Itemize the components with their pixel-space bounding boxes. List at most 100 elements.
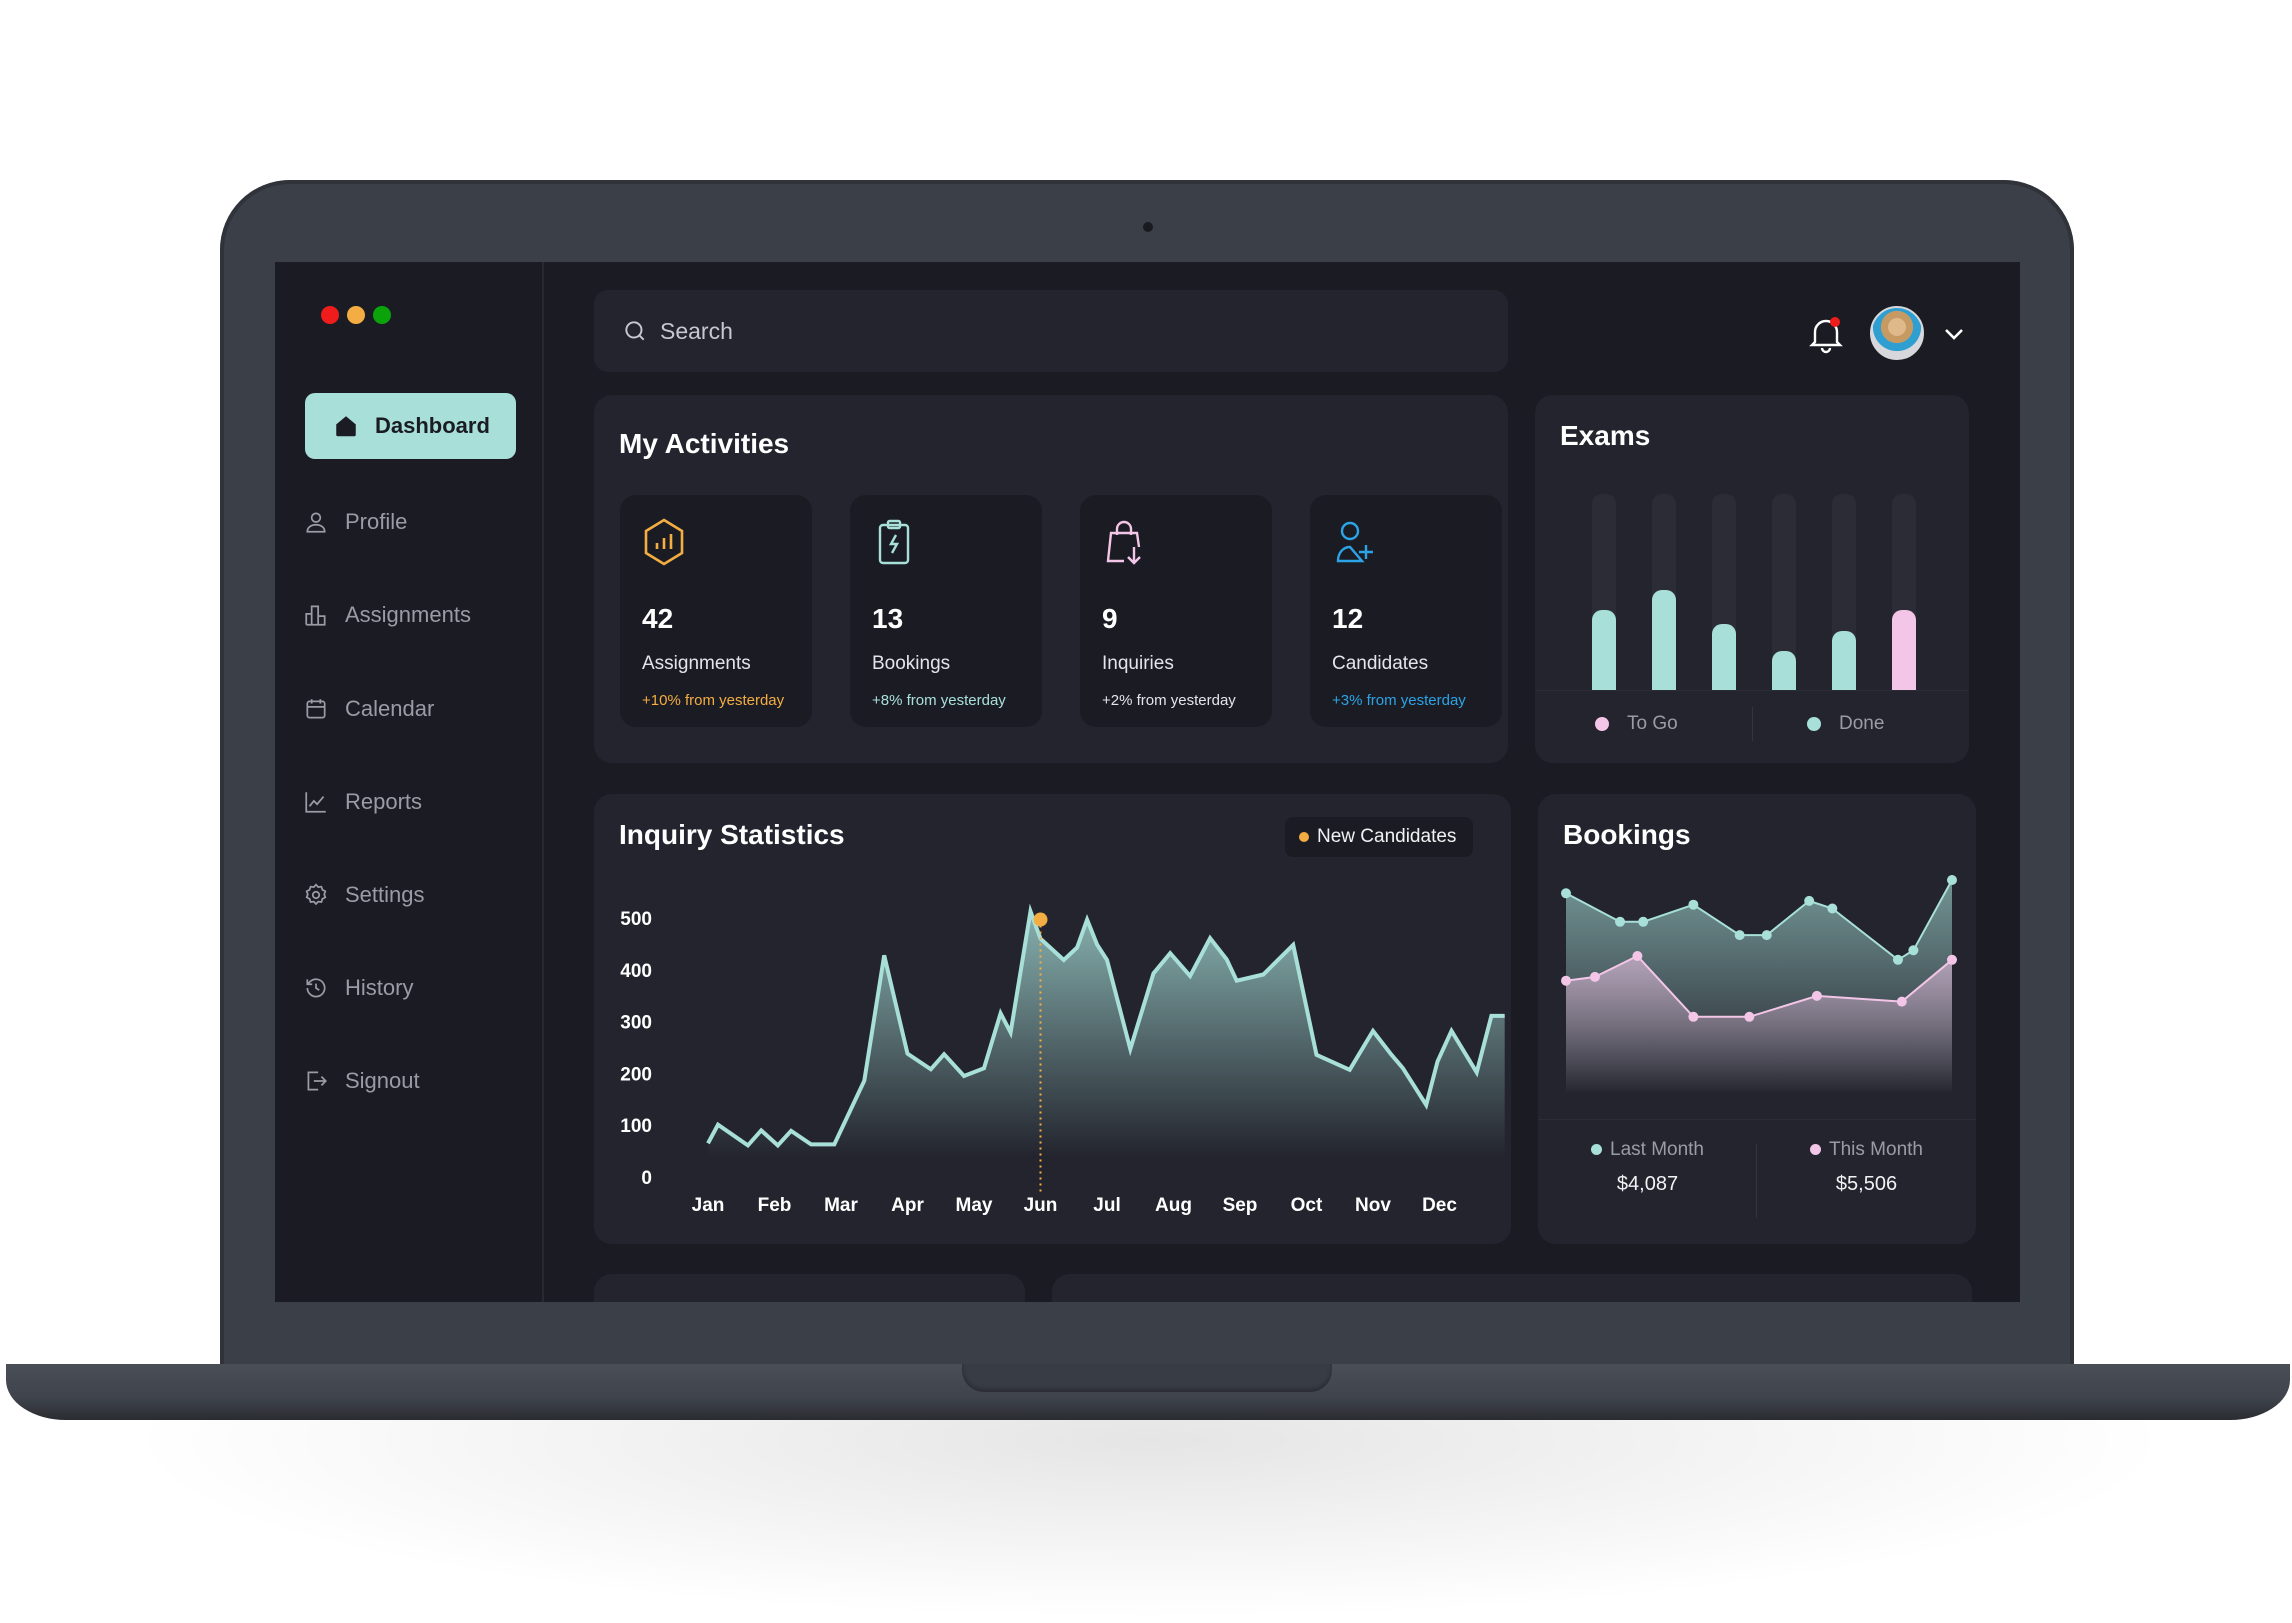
last-month-point [1561, 888, 1571, 899]
inquiry-area [708, 911, 1505, 1157]
x-tick-label: Oct [1291, 1195, 1323, 1216]
activity-card-candidates[interactable]: 12 Candidates +3% from yesterday [1310, 495, 1502, 727]
x-tick-label: Jun [1024, 1195, 1058, 1216]
last-month-point [1908, 945, 1919, 956]
x-tick-label: Apr [891, 1195, 924, 1216]
shopping-bag-download-icon [1106, 520, 1141, 565]
exam-bar-track [1592, 494, 1616, 690]
app-window: Dashboard Profile Assignments Calendar R… [275, 262, 2020, 1302]
partial-panel-right [1052, 1274, 1972, 1302]
activity-card-assignments[interactable]: 42 Assignments +10% from yesterday [620, 495, 812, 727]
bookings-panel: Bookings Last Month $4,087 This Month $5… [1538, 794, 1976, 1244]
x-tick-label: Dec [1422, 1195, 1457, 1216]
sidebar-item-label: History [345, 975, 414, 1000]
user-icon [306, 512, 326, 533]
line-chart-icon [305, 792, 326, 813]
activity-delta: +2% from yesterday [1102, 692, 1236, 709]
exam-bar-track [1712, 494, 1736, 690]
last-month-point [1827, 903, 1838, 914]
this-month-point [1744, 1011, 1755, 1022]
exam-bar[interactable] [1772, 650, 1796, 690]
last-month-point [1892, 954, 1903, 965]
sidebar-item-signout[interactable]: Signout [303, 1061, 420, 1101]
exam-bar-track [1892, 494, 1916, 690]
add-user-icon [1336, 521, 1373, 563]
y-tick-label: 300 [620, 1013, 652, 1034]
panel-title: My Activities [619, 428, 790, 459]
exam-bar[interactable] [1892, 609, 1916, 690]
sidebar-item-label: Profile [345, 509, 408, 534]
this-month-summary: This Month $5,506 [1757, 1139, 1976, 1196]
search-input[interactable]: Search [594, 290, 1508, 372]
x-tick-label: Feb [758, 1195, 792, 1216]
this-month-point [1947, 954, 1957, 965]
this-month-point [1811, 990, 1822, 1001]
activity-label: Bookings [872, 653, 951, 674]
activity-delta: +8% from yesterday [872, 692, 1006, 709]
inquiry-statistics-panel: Inquiry Statistics New Candidates 0 100 20… [594, 794, 1511, 1244]
x-tick-label: Jan [692, 1195, 725, 1216]
sidebar-item-dashboard[interactable]: Dashboard [305, 393, 516, 459]
x-tick-label: Mar [824, 1195, 858, 1216]
activity-delta: +3% from yesterday [1332, 692, 1466, 709]
last-month-point [1688, 899, 1699, 910]
x-tick-label: Jul [1093, 1195, 1120, 1216]
activity-value: 12 [1332, 603, 1364, 634]
window-controls [321, 306, 391, 324]
x-tick-label: Nov [1355, 1195, 1391, 1216]
last-month-point [1761, 930, 1772, 941]
exam-bar-track [1772, 494, 1796, 690]
last-month-point [1947, 875, 1957, 885]
exams-panel: Exams To Go Done [1535, 395, 1969, 763]
exam-bar[interactable] [1832, 631, 1856, 690]
sidebar-item-history[interactable]: History [303, 968, 413, 1008]
chart-baseline [1535, 690, 1969, 691]
activity-label: Candidates [1332, 653, 1429, 674]
search-icon [625, 321, 645, 341]
sidebar-item-profile[interactable]: Profile [303, 502, 407, 542]
activity-value: 13 [872, 603, 904, 634]
legend-dot [1591, 1144, 1602, 1155]
exam-bar[interactable] [1712, 624, 1736, 690]
legend-divider [1752, 707, 1753, 741]
x-tick-label: May [956, 1195, 993, 1216]
activity-card-bookings[interactable]: 13 Bookings +8% from yesterday [850, 495, 1042, 727]
sidebar-item-reports[interactable]: Reports [303, 782, 422, 822]
notification-badge [1830, 317, 1840, 327]
legend-label: To Go [1627, 713, 1678, 734]
sidebar-item-calendar[interactable]: Calendar [303, 689, 434, 729]
sidebar-item-label: Signout [345, 1068, 420, 1093]
floor-shadow [120, 1420, 2180, 1620]
y-tick-label: 400 [620, 961, 652, 982]
hexagon-chart-icon [644, 518, 684, 566]
legend-dot [1595, 717, 1609, 731]
last-month-value: $4,087 [1616, 1173, 1679, 1195]
sidebar-item-settings[interactable]: Settings [303, 875, 425, 915]
notification-bell-icon[interactable] [1809, 314, 1843, 354]
calendar-icon [306, 699, 326, 719]
last-month-point [1804, 895, 1815, 906]
last-month-point [1638, 916, 1649, 927]
sidebar-item-assignments[interactable]: Assignments [303, 595, 471, 635]
partial-panel-left [594, 1274, 1025, 1302]
minimize-window-button[interactable] [347, 306, 365, 324]
maximize-window-button[interactable] [373, 306, 391, 324]
activity-card-inquiries[interactable]: 9 Inquiries +2% from yesterday [1080, 495, 1272, 727]
clipboard-bolt-icon [878, 519, 910, 565]
exam-bar[interactable] [1592, 609, 1616, 690]
this-month-point [1632, 951, 1643, 961]
close-window-button[interactable] [321, 306, 339, 324]
chevron-down-icon[interactable] [1942, 322, 1966, 346]
x-tick-label: Aug [1155, 1195, 1192, 1216]
sidebar: Dashboard Profile Assignments Calendar R… [275, 262, 544, 1302]
activity-value: 9 [1102, 603, 1118, 634]
legend-dot [1807, 717, 1821, 731]
legend-label: This Month [1829, 1139, 1923, 1160]
last-month-point [1615, 916, 1626, 927]
exam-bar[interactable] [1652, 590, 1676, 690]
this-month-point [1896, 996, 1907, 1007]
user-avatar[interactable] [1870, 306, 1924, 360]
gear-icon [305, 883, 327, 906]
exam-bar-track [1652, 494, 1676, 690]
legend-label: Last Month [1610, 1139, 1704, 1160]
